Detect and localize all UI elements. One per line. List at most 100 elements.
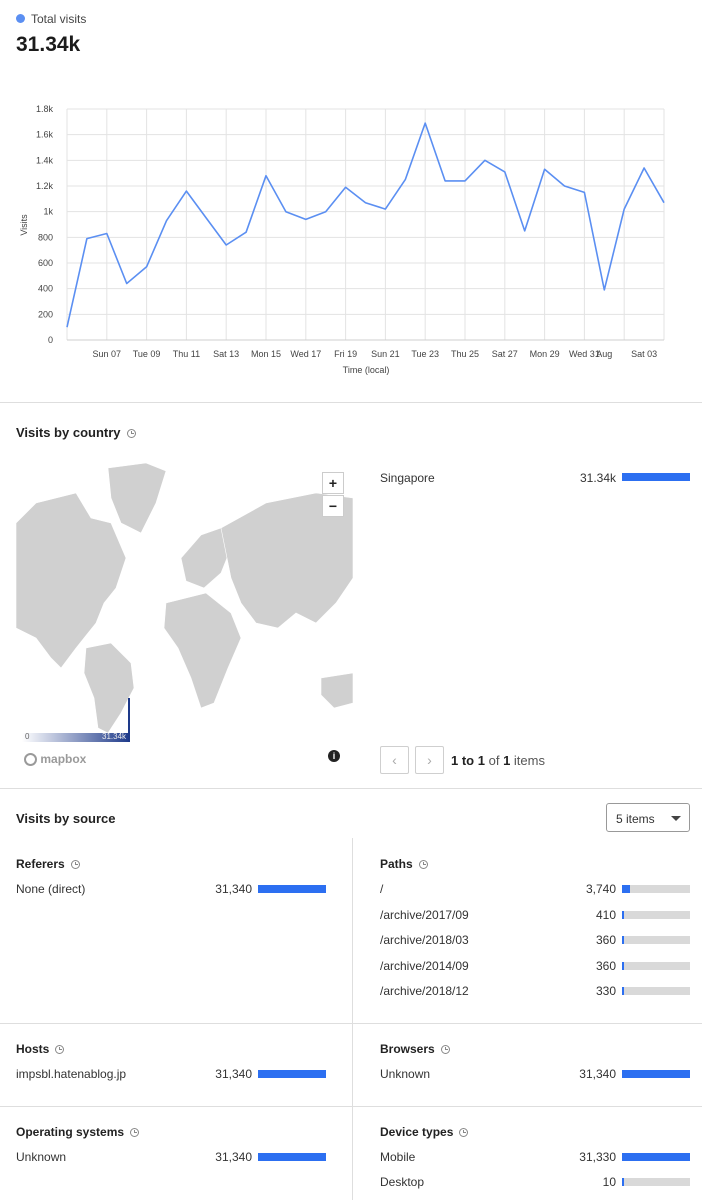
visits-line-chart: 0 200 400 600 800 1k 1.2k 1.4k 1.6k 1.8k Sun 07 Tu… bbox=[19, 104, 665, 375]
devices-title: Device types bbox=[380, 1125, 469, 1139]
chevron-down-icon bbox=[671, 816, 681, 821]
country-section-title: Visits by country bbox=[16, 425, 136, 440]
browsers-title: Browsers bbox=[380, 1042, 450, 1056]
path-name: /archive/2014/09 bbox=[380, 958, 469, 973]
path-name: /archive/2017/09 bbox=[380, 907, 469, 922]
pager-range: 1 to 1 bbox=[451, 753, 485, 768]
section-divider bbox=[0, 788, 702, 789]
clock-icon bbox=[126, 429, 136, 439]
path-name: /archive/2018/03 bbox=[380, 933, 469, 947]
path-value: 360 bbox=[595, 933, 616, 947]
referer-value: 31,340 bbox=[215, 882, 252, 896]
path-bar-fill bbox=[622, 910, 624, 919]
pager-summary: 1 to 1 of 1 items bbox=[451, 753, 545, 768]
browser-name: Unknown bbox=[380, 1067, 431, 1081]
zoom-in-button[interactable]: + bbox=[322, 472, 344, 494]
paths-title: Paths bbox=[380, 857, 428, 871]
x-tick-label: Sat 27 bbox=[492, 349, 518, 359]
map-scale-max: 31.34k bbox=[102, 732, 127, 741]
hosts-title: Hosts bbox=[16, 1042, 65, 1056]
section-divider bbox=[0, 1106, 702, 1107]
device-value: 10 bbox=[602, 1175, 616, 1189]
path-bar-fill bbox=[622, 987, 624, 995]
referer-bar bbox=[258, 885, 326, 893]
clock-icon bbox=[440, 1045, 450, 1055]
referers-title: Referers bbox=[16, 857, 80, 871]
y-tick-label: 800 bbox=[38, 232, 53, 242]
pager-prev-button[interactable]: ‹ bbox=[380, 746, 409, 774]
items-select[interactable]: 5 items bbox=[606, 803, 690, 832]
clock-icon bbox=[70, 860, 80, 870]
x-tick-label: Aug bbox=[596, 349, 612, 359]
device-name: Desktop bbox=[380, 1175, 425, 1189]
path-bar bbox=[622, 987, 690, 995]
browser-bar-fill bbox=[622, 1070, 690, 1078]
os-bar bbox=[258, 1153, 326, 1161]
y-tick-label: 1k bbox=[43, 207, 53, 217]
device-bar bbox=[622, 1178, 690, 1186]
clock-icon bbox=[130, 1128, 140, 1138]
path-bar bbox=[622, 885, 690, 893]
country-bar-fill bbox=[622, 473, 690, 481]
x-tick-label: Sun 21 bbox=[371, 349, 400, 359]
y-tick-label: 600 bbox=[38, 258, 53, 268]
browser-bar bbox=[622, 1070, 690, 1078]
pager-of: of bbox=[488, 753, 500, 768]
os-name: Unknown bbox=[16, 1150, 67, 1164]
path-value: 410 bbox=[595, 907, 616, 922]
path-bar bbox=[622, 936, 690, 944]
path-name: /archive/2018/12 bbox=[380, 984, 469, 998]
device-bar-fill bbox=[622, 1153, 690, 1161]
clock-icon bbox=[55, 1045, 65, 1055]
clock-icon bbox=[459, 1128, 469, 1138]
mapbox-logo[interactable]: mapbox bbox=[24, 752, 86, 767]
world-map[interactable]: 0 31.34k mapbox bbox=[16, 463, 353, 775]
x-tick-label: Wed 17 bbox=[290, 349, 321, 359]
path-bar-fill bbox=[622, 936, 624, 944]
y-tick-label: 0 bbox=[48, 335, 53, 345]
os-value: 31,340 bbox=[215, 1150, 252, 1164]
section-divider bbox=[0, 402, 702, 403]
os-title: Operating systems bbox=[16, 1125, 140, 1139]
x-tick-label: Sat 03 bbox=[631, 349, 657, 359]
path-bar-fill bbox=[622, 885, 630, 893]
x-tick-label: Sat 13 bbox=[213, 349, 239, 359]
country-bar bbox=[622, 473, 690, 481]
x-tick-label: Wed 31 bbox=[569, 349, 600, 359]
y-tick-label: 200 bbox=[38, 309, 53, 319]
clock-icon bbox=[418, 860, 428, 870]
zoom-out-button[interactable]: − bbox=[322, 495, 344, 517]
path-bar bbox=[622, 910, 690, 919]
path-bar bbox=[622, 961, 690, 970]
pager-next-button[interactable]: › bbox=[415, 746, 444, 774]
x-tick-label: Thu 11 bbox=[173, 349, 200, 359]
host-name: impsbl.hatenablog.jp bbox=[16, 1067, 127, 1081]
y-tick-label: 1.6k bbox=[36, 130, 54, 140]
map-info-icon[interactable]: i bbox=[328, 750, 340, 762]
host-value: 31,340 bbox=[215, 1067, 252, 1081]
country-value: 31.34k bbox=[579, 471, 616, 485]
y-tick-label: 1.8k bbox=[36, 104, 54, 114]
device-bar bbox=[622, 1153, 690, 1161]
device-name: Mobile bbox=[380, 1150, 416, 1164]
path-bar-fill bbox=[622, 961, 624, 970]
path-value: 330 bbox=[595, 984, 616, 998]
y-tick-label: 1.2k bbox=[36, 181, 54, 191]
series-legend-label: Total visits bbox=[31, 12, 87, 26]
total-visits-value: 31.34k bbox=[16, 33, 81, 56]
section-divider bbox=[0, 1023, 702, 1024]
path-name: / bbox=[380, 882, 384, 896]
series-line-total-visits bbox=[66, 122, 665, 328]
pager-total: 1 bbox=[503, 753, 511, 768]
items-select-value: 5 items bbox=[616, 812, 655, 826]
x-axis-label: Time (local) bbox=[343, 365, 390, 375]
device-bar-fill bbox=[622, 1178, 624, 1186]
path-value: 3,740 bbox=[585, 882, 616, 896]
x-tick-label: Fri 19 bbox=[334, 349, 357, 359]
country-name: Singapore bbox=[380, 471, 435, 485]
y-axis-label: Visits bbox=[19, 214, 29, 236]
column-divider bbox=[352, 838, 353, 1200]
x-tick-label: Sun 07 bbox=[93, 349, 122, 359]
mapbox-logo-icon bbox=[24, 753, 37, 767]
host-bar-fill bbox=[258, 1070, 326, 1078]
